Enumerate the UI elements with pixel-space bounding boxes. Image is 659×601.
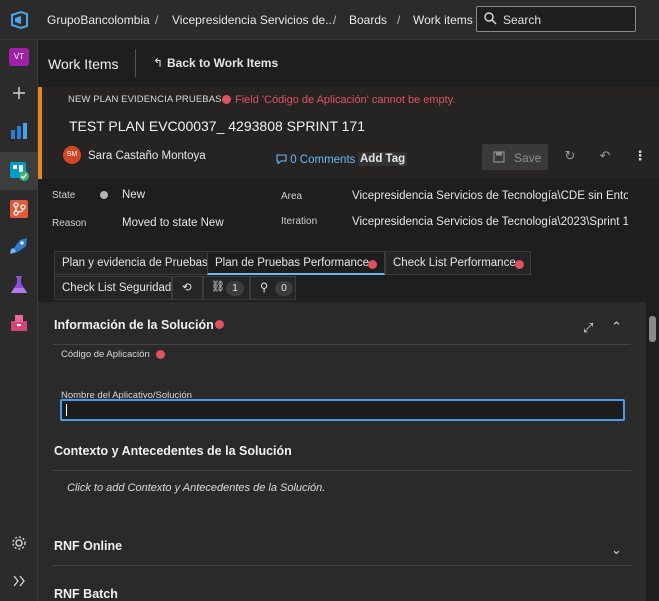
reason-label: Reason: [52, 218, 87, 229]
tab-attachments[interactable]: ⚲ 0: [250, 276, 296, 300]
boards-icon[interactable]: [8, 160, 30, 182]
error-icon: [156, 350, 165, 359]
history-icon: ⟲: [182, 282, 192, 294]
collapse-icon[interactable]: [8, 570, 30, 592]
back-arrow-icon: ↰: [153, 56, 164, 70]
breadcrumb-organization[interactable]: GrupoBancolombia: [47, 13, 150, 27]
back-label: Back to Work Items: [167, 56, 279, 70]
scrollbar[interactable]: [646, 302, 659, 601]
section-divider: [53, 565, 631, 566]
undo-icon[interactable]: ↶: [596, 148, 614, 166]
section-informacion-solucion[interactable]: Información de la Solución: [54, 318, 214, 332]
work-item-title[interactable]: TEST PLAN EVC00037_ 4293808 SPRINT 171: [69, 118, 365, 134]
save-label: Save: [514, 151, 542, 165]
tab-links[interactable]: ⛓ 1: [203, 276, 250, 300]
page-title: Work Items: [48, 56, 119, 72]
tab-plan-y-evidencia[interactable]: Plan y evidencia de Pruebas: [54, 251, 208, 275]
settings-icon[interactable]: [8, 532, 30, 554]
chevron-up-icon[interactable]: ⌃: [611, 319, 622, 335]
tab-label: Plan de Pruebas Performance: [215, 257, 370, 269]
breadcrumb-project[interactable]: Vicepresidencia Servicios de...: [172, 13, 335, 27]
tab-label: Plan y evidencia de Pruebas: [62, 257, 208, 269]
artifacts-icon[interactable]: [8, 312, 30, 334]
codigo-aplicacion-label: Código de Aplicación: [61, 349, 150, 360]
section-rnf-batch[interactable]: RNF Batch: [54, 587, 118, 601]
tab-plan-de-pruebas-performance[interactable]: Plan de Pruebas Performance: [207, 251, 385, 275]
breadcrumb-separator: /: [155, 13, 159, 27]
avatar[interactable]: SM: [63, 146, 81, 164]
search-placeholder: Search: [503, 13, 542, 27]
assignee-name[interactable]: Sara Castaño Montoya: [88, 150, 206, 162]
pipelines-icon[interactable]: [8, 236, 30, 258]
tab-check-list-performance[interactable]: Check List Performance: [385, 251, 531, 275]
area-value[interactable]: Vicepresidencia Servicios de Tecnología\…: [352, 190, 628, 202]
state-label: State: [52, 190, 76, 201]
state-value[interactable]: New: [122, 189, 145, 201]
state-indicator: [100, 191, 108, 199]
save-button[interactable]: Save: [482, 144, 548, 170]
project-avatar[interactable]: VT: [9, 48, 29, 66]
more-actions-icon[interactable]: ⋮: [631, 148, 649, 166]
save-icon: [493, 151, 505, 163]
header-divider: [135, 49, 136, 77]
tab-label: Check List Performance: [393, 257, 516, 269]
contexto-editor[interactable]: Click to add Contexto y Antecedentes de …: [67, 482, 325, 494]
scrollbar-thumb[interactable]: [649, 316, 656, 342]
left-navigation-rail: VT: [0, 40, 38, 601]
overview-icon[interactable]: [8, 120, 30, 142]
nombre-aplicativo-field[interactable]: [60, 399, 625, 421]
maximize-icon[interactable]: ⤢: [583, 320, 593, 336]
comments-link[interactable]: 0 Comments: [276, 154, 355, 166]
breadcrumb-boards[interactable]: Boards: [349, 13, 387, 27]
error-icon: [215, 320, 224, 329]
iteration-label: Iteration: [281, 216, 318, 227]
azure-devops-logo-icon[interactable]: [8, 9, 30, 31]
comment-icon: [276, 154, 287, 165]
iteration-value[interactable]: Vicepresidencia Servicios de Tecnología\…: [352, 216, 628, 228]
text-cursor: [66, 404, 67, 416]
search-icon: [484, 12, 497, 25]
validation-error: Field 'Código de Aplicación' cannot be e…: [235, 94, 456, 106]
top-bar: GrupoBancolombia / Vicepresidencia Servi…: [0, 0, 659, 40]
link-icon: ⛓: [211, 281, 225, 293]
app-window: GrupoBancolombia / Vicepresidencia Servi…: [0, 0, 659, 601]
reason-value[interactable]: Moved to state New: [122, 217, 224, 229]
attachment-icon: ⚲: [260, 282, 269, 294]
section-contexto-antecedentes[interactable]: Contexto y Antecedentes de la Solución: [54, 444, 292, 458]
section-divider: [53, 470, 631, 471]
test-plans-icon[interactable]: [8, 274, 30, 296]
tab-history[interactable]: ⟲: [172, 276, 203, 300]
add-icon[interactable]: [8, 82, 30, 104]
tab-check-list-seguridad[interactable]: Check List Seguridad: [54, 276, 172, 300]
section-divider: [53, 344, 631, 345]
chevron-down-icon[interactable]: ⌄: [611, 542, 622, 558]
breadcrumb-separator: /: [397, 13, 401, 27]
tab-label: Check List Seguridad: [62, 282, 172, 294]
breadcrumb-work-items[interactable]: Work items: [413, 13, 473, 27]
comments-label: 0 Comments: [290, 154, 356, 166]
links-count-badge: 1: [226, 281, 244, 296]
refresh-icon[interactable]: ↻: [561, 148, 579, 166]
attachments-count-badge: 0: [275, 281, 293, 296]
back-to-work-items-button[interactable]: ↰ Back to Work Items: [153, 56, 278, 70]
work-item-type: NEW PLAN EVIDENCIA PRUEBAS *: [68, 94, 229, 105]
breadcrumb-separator: /: [333, 13, 337, 27]
error-icon: [368, 260, 377, 269]
area-label: Area: [281, 191, 303, 202]
error-icon: [222, 95, 231, 104]
search-input[interactable]: Search: [476, 6, 636, 32]
error-icon: [515, 260, 524, 269]
add-tag-button[interactable]: Add Tag: [358, 152, 408, 166]
repos-icon[interactable]: [8, 198, 30, 220]
section-rnf-online[interactable]: RNF Online: [54, 539, 122, 553]
